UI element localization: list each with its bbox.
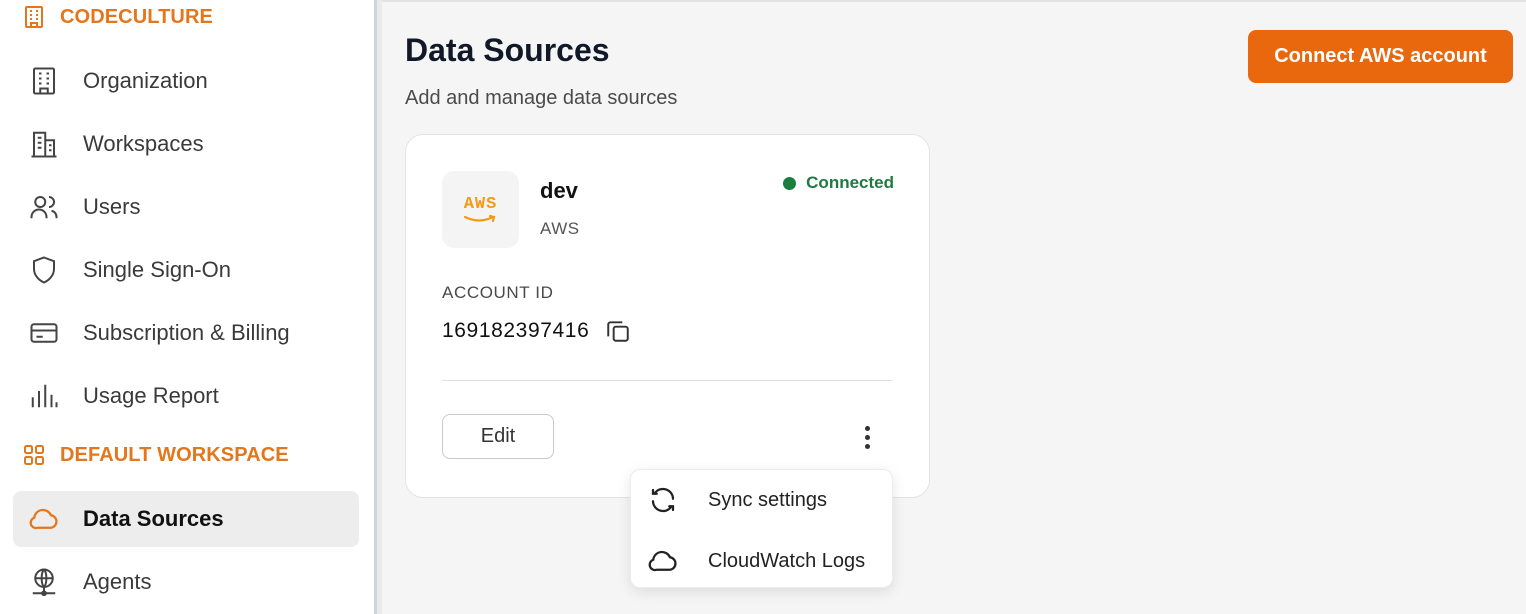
- menu-item-label: CloudWatch Logs: [708, 549, 866, 572]
- cloud-icon: [647, 545, 679, 577]
- sidebar-item-label: Single Sign-On: [83, 257, 231, 282]
- sidebar-item-usage-report[interactable]: Usage Report: [13, 368, 359, 424]
- sidebar-item-agents[interactable]: Agents: [13, 554, 359, 610]
- building-icon: [25, 6, 43, 28]
- sidebar-item-label: Usage Report: [83, 383, 219, 408]
- globe-network-icon: [27, 565, 61, 599]
- shield-icon: [27, 253, 61, 287]
- sidebar-item-sso[interactable]: Single Sign-On: [13, 242, 359, 298]
- card-divider: [442, 380, 893, 381]
- sync-icon: [647, 484, 679, 516]
- status-badge: Connected: [783, 173, 894, 193]
- account-id-row: 169182397416: [442, 318, 631, 344]
- copy-icon[interactable]: [605, 318, 631, 344]
- sidebar-item-billing[interactable]: Subscription & Billing: [13, 305, 359, 361]
- data-source-card: AWS dev AWS Connected ACCOUNT ID 1691823…: [405, 134, 930, 498]
- aws-logo-text: AWS: [463, 194, 498, 214]
- account-id-label: ACCOUNT ID: [442, 283, 554, 302]
- org-section-title: CODECULTURE: [60, 5, 213, 28]
- menu-item-sync-settings[interactable]: Sync settings: [631, 472, 894, 528]
- sidebar: CODECULTURE Organization Workspaces User…: [0, 0, 374, 614]
- status-label: Connected: [806, 173, 894, 192]
- edit-button[interactable]: Edit: [442, 414, 554, 459]
- buildings-icon: [27, 127, 61, 161]
- workspace-section-title: DEFAULT WORKSPACE: [60, 443, 289, 466]
- page-title: Data Sources: [405, 32, 610, 68]
- credit-card-icon: [27, 316, 61, 350]
- data-source-type: AWS: [540, 219, 580, 238]
- sidebar-item-label: Organization: [83, 68, 208, 93]
- bar-chart-icon: [27, 379, 61, 413]
- sidebar-item-label: Subscription & Billing: [83, 320, 290, 345]
- grid-icon: [24, 445, 44, 465]
- menu-item-label: Sync settings: [708, 488, 827, 511]
- sidebar-item-users[interactable]: Users: [13, 179, 359, 235]
- sidebar-item-workspaces[interactable]: Workspaces: [13, 116, 359, 172]
- sidebar-divider[interactable]: [374, 0, 382, 614]
- page-subtitle: Add and manage data sources: [405, 87, 678, 109]
- sidebar-item-organization[interactable]: Organization: [13, 53, 359, 109]
- sidebar-item-label: Users: [83, 194, 141, 219]
- top-border: [382, 0, 1526, 2]
- connect-aws-account-button[interactable]: Connect AWS account: [1248, 30, 1513, 83]
- aws-smile-icon: [463, 214, 495, 222]
- more-options-icon[interactable]: [852, 419, 882, 455]
- sidebar-item-label: Data Sources: [83, 506, 224, 531]
- sidebar-item-label: Workspaces: [83, 131, 204, 156]
- org-section-header: CODECULTURE: [22, 5, 213, 29]
- data-source-name: dev: [540, 178, 578, 203]
- aws-logo: AWS: [442, 171, 519, 248]
- sidebar-item-label: Agents: [83, 569, 152, 594]
- status-dot-icon: [783, 176, 797, 190]
- account-id-value: 169182397416: [442, 319, 590, 342]
- options-menu: Sync settings CloudWatch Logs: [630, 469, 893, 588]
- building-icon: [27, 64, 61, 98]
- sidebar-item-data-sources[interactable]: Data Sources: [13, 491, 359, 547]
- workspace-section-header: DEFAULT WORKSPACE: [22, 443, 289, 467]
- cloud-icon: [27, 502, 61, 536]
- users-icon: [27, 190, 61, 224]
- menu-item-cloudwatch-logs[interactable]: CloudWatch Logs: [631, 533, 894, 589]
